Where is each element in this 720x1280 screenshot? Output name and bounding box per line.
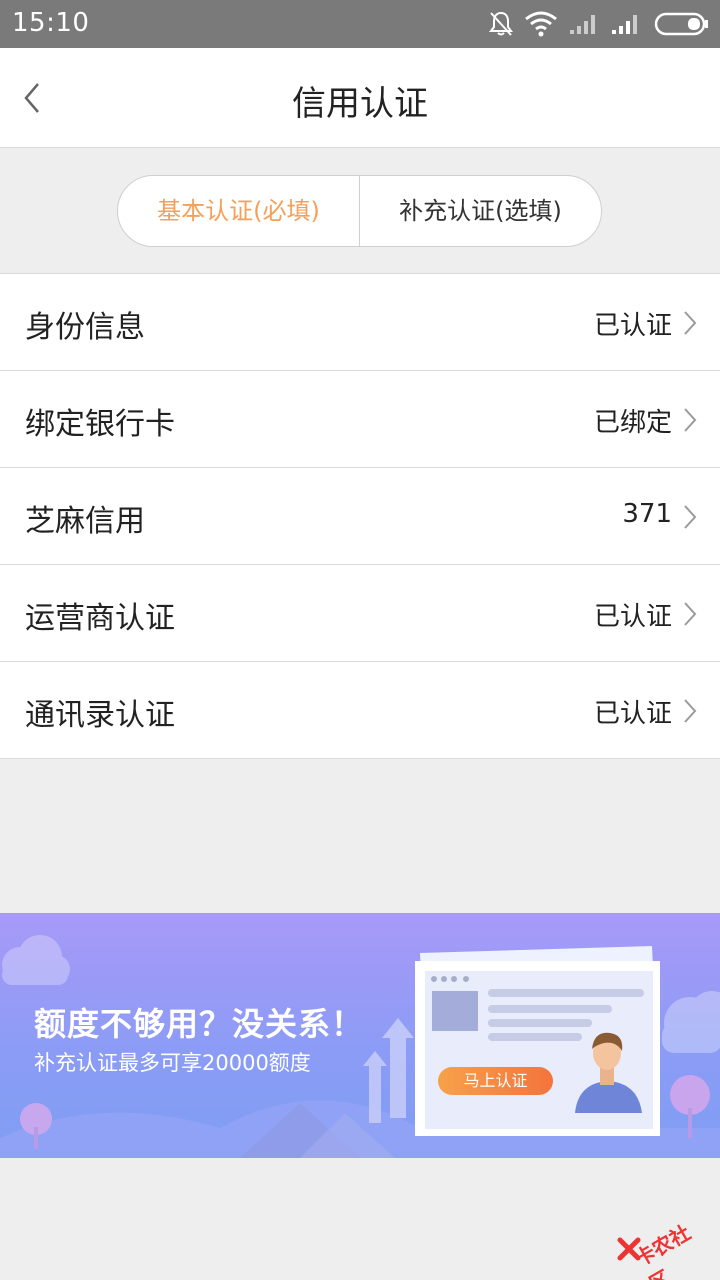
watermark-logo: 卡农社区 (608, 1210, 714, 1280)
banner-headline: 额度不够用？没关系！ (34, 1005, 365, 1043)
list-item-status: 已认证 (593, 602, 672, 632)
list-item-label: 芝麻信用 (25, 504, 145, 539)
list-item-carrier[interactable]: 运营商认证 已认证 (0, 565, 720, 662)
list-item-label: 绑定银行卡 (25, 407, 175, 442)
list-item-status: 已认证 (593, 311, 672, 341)
chevron-right-icon (684, 699, 697, 723)
auth-type-segmented-control: 基本认证(必填) 补充认证(选填) (117, 175, 602, 247)
status-bar: 15:10 (0, 0, 720, 48)
mute-bell-icon (489, 11, 513, 36)
status-time: 15:10 (12, 8, 90, 38)
watermark-text: 卡农社区 (630, 1220, 695, 1280)
list-item-label: 运营商认证 (25, 601, 175, 636)
list-item-bank-card[interactable]: 绑定银行卡 已绑定 (0, 371, 720, 468)
tab-supplementary-auth[interactable]: 补充认证(选填) (360, 176, 601, 246)
list-item-contacts[interactable]: 通讯录认证 已认证 (0, 662, 720, 759)
nav-bar: 信用认证 (0, 48, 720, 148)
list-item-status: 已绑定 (593, 408, 672, 438)
list-item-status: 已认证 (593, 699, 672, 729)
verify-now-button[interactable]: 马上认证 (438, 1067, 553, 1095)
tab-basic-auth[interactable]: 基本认证(必填) (118, 176, 360, 246)
promo-banner[interactable]: 额度不够用？没关系！ 补充认证最多可享20000额度 马上认证 (0, 913, 720, 1158)
signal-icon (612, 15, 637, 34)
list-item-label: 通讯录认证 (25, 698, 175, 733)
chevron-right-icon (684, 505, 697, 529)
list-item-label: 身份信息 (25, 310, 145, 345)
list-item-status: 371 (622, 499, 672, 529)
chevron-right-icon (684, 602, 697, 626)
chevron-right-icon (684, 408, 697, 432)
signal-icon (570, 15, 595, 34)
banner-subline: 补充认证最多可享20000额度 (34, 1051, 311, 1075)
list-item-identity[interactable]: 身份信息 已认证 (0, 274, 720, 371)
chevron-right-icon (684, 311, 697, 335)
battery-icon (654, 12, 708, 36)
page-title: 信用认证 (292, 84, 428, 124)
auth-list: 身份信息 已认证 绑定银行卡 已绑定 芝麻信用 371 运营商认证 已认证 通讯… (0, 273, 720, 759)
list-item-sesame-credit[interactable]: 芝麻信用 371 (0, 468, 720, 565)
wifi-icon (525, 11, 557, 37)
